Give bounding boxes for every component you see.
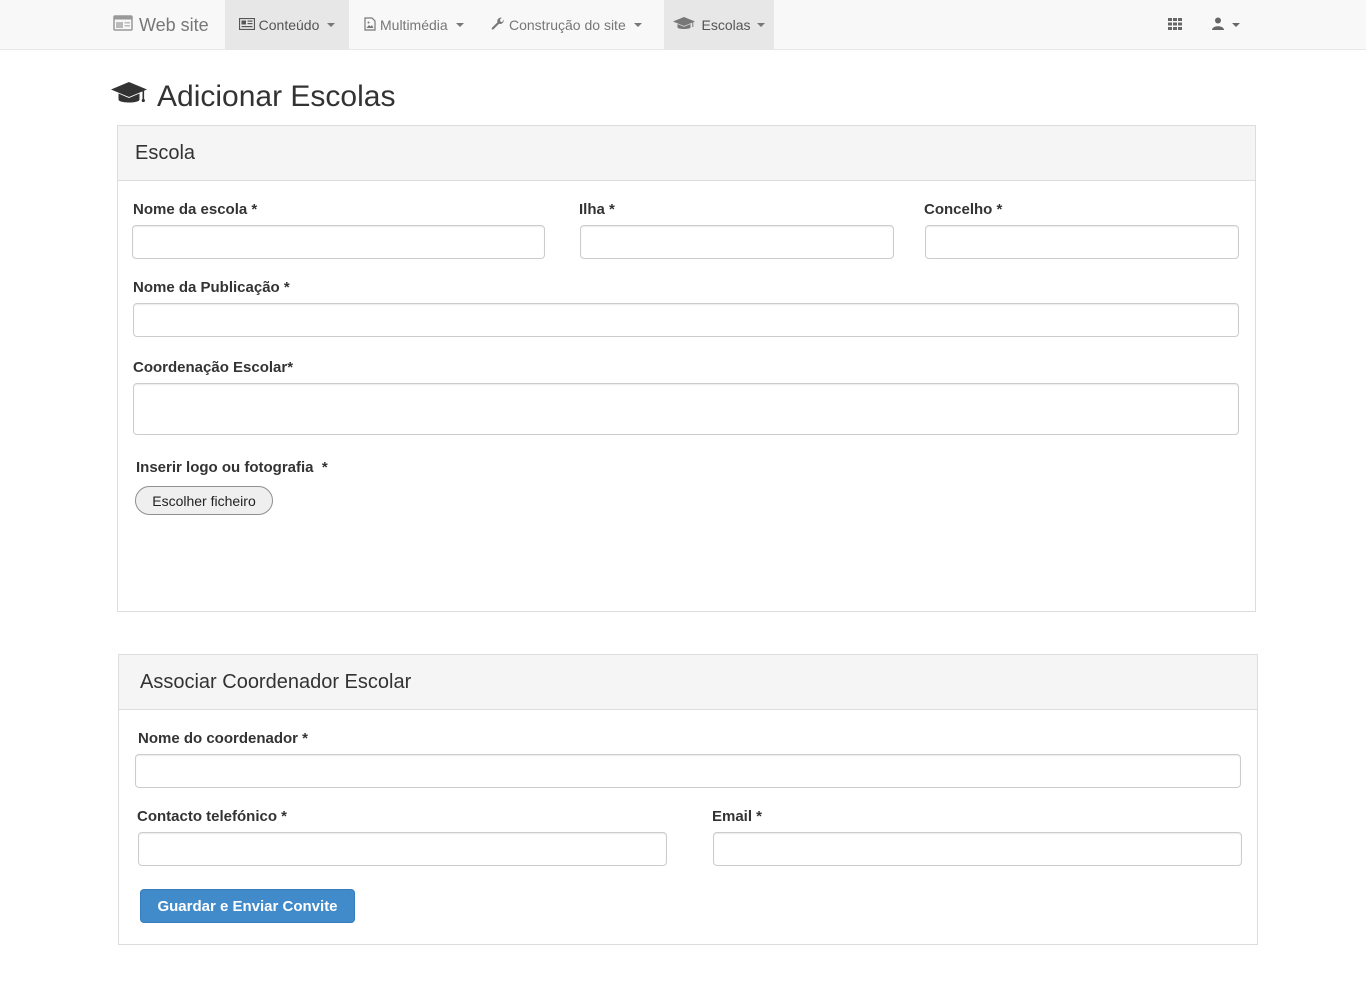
nav-multimedia[interactable]: Multimédia	[364, 0, 464, 50]
phone-label: Contacto telefónico *	[137, 808, 288, 825]
coordination-textarea[interactable]	[133, 383, 1239, 435]
school-name-label: Nome da escola *	[133, 201, 258, 218]
nav-construcao-label: Construção do site	[509, 17, 626, 33]
brand-label: Web site	[139, 14, 209, 35]
chevron-down-icon	[633, 23, 642, 27]
logo-label: Inserir logo ou fotografia *	[136, 459, 328, 476]
nav-escolas[interactable]: Escolas	[664, 0, 774, 50]
nav-construcao[interactable]: Construção do site	[491, 0, 642, 50]
user-icon	[1212, 17, 1224, 33]
chevron-down-icon	[756, 23, 765, 27]
page-title-text: Adicionar Escolas	[157, 80, 396, 113]
apps-menu-button[interactable]	[1168, 0, 1182, 50]
image-icon	[364, 16, 376, 34]
island-input[interactable]	[580, 225, 894, 259]
municipality-label: Concelho *	[924, 201, 1003, 218]
coordinator-name-input[interactable]	[135, 754, 1241, 788]
graduation-cap-icon	[673, 16, 696, 34]
school-name-input[interactable]	[132, 225, 545, 259]
grid-icon	[1168, 17, 1182, 33]
publication-name-label: Nome da Publicação *	[133, 279, 290, 296]
choose-file-button[interactable]: Escolher ficheiro	[135, 486, 273, 515]
phone-input[interactable]	[138, 832, 667, 866]
newspaper-icon	[238, 17, 255, 33]
nav-conteudo-label: Conteúdo	[258, 17, 320, 33]
email-input[interactable]	[713, 832, 1242, 866]
email-label: Email *	[712, 808, 763, 825]
graduation-cap-icon	[111, 80, 147, 114]
school-panel-heading: Escola	[118, 126, 1255, 181]
brand-link[interactable]: Web site	[113, 0, 209, 50]
coordination-label: Coordenação Escolar*	[133, 359, 294, 376]
top-navbar: Web site Conteúdo Multimédia Construção …	[0, 0, 1366, 50]
browser-window-icon	[113, 14, 133, 36]
nav-conteudo[interactable]: Conteúdo	[225, 0, 349, 50]
nav-escolas-label: Escolas	[701, 17, 751, 33]
chevron-down-icon	[1232, 23, 1240, 27]
municipality-input[interactable]	[925, 225, 1239, 259]
nav-multimedia-label: Multimédia	[380, 17, 448, 33]
wrench-icon	[491, 17, 505, 34]
page-title: Adicionar Escolas	[111, 76, 395, 118]
coordinator-name-label: Nome do coordenador *	[138, 730, 309, 747]
publication-name-input[interactable]	[133, 303, 1239, 337]
island-label: Ilha *	[579, 201, 615, 218]
coordinator-panel-heading: Associar Coordenador Escolar	[119, 655, 1257, 710]
chevron-down-icon	[455, 23, 464, 27]
user-menu-button[interactable]	[1212, 0, 1240, 50]
chevron-down-icon	[327, 23, 336, 27]
save-and-invite-button[interactable]: Guardar e Enviar Convite	[140, 889, 355, 923]
